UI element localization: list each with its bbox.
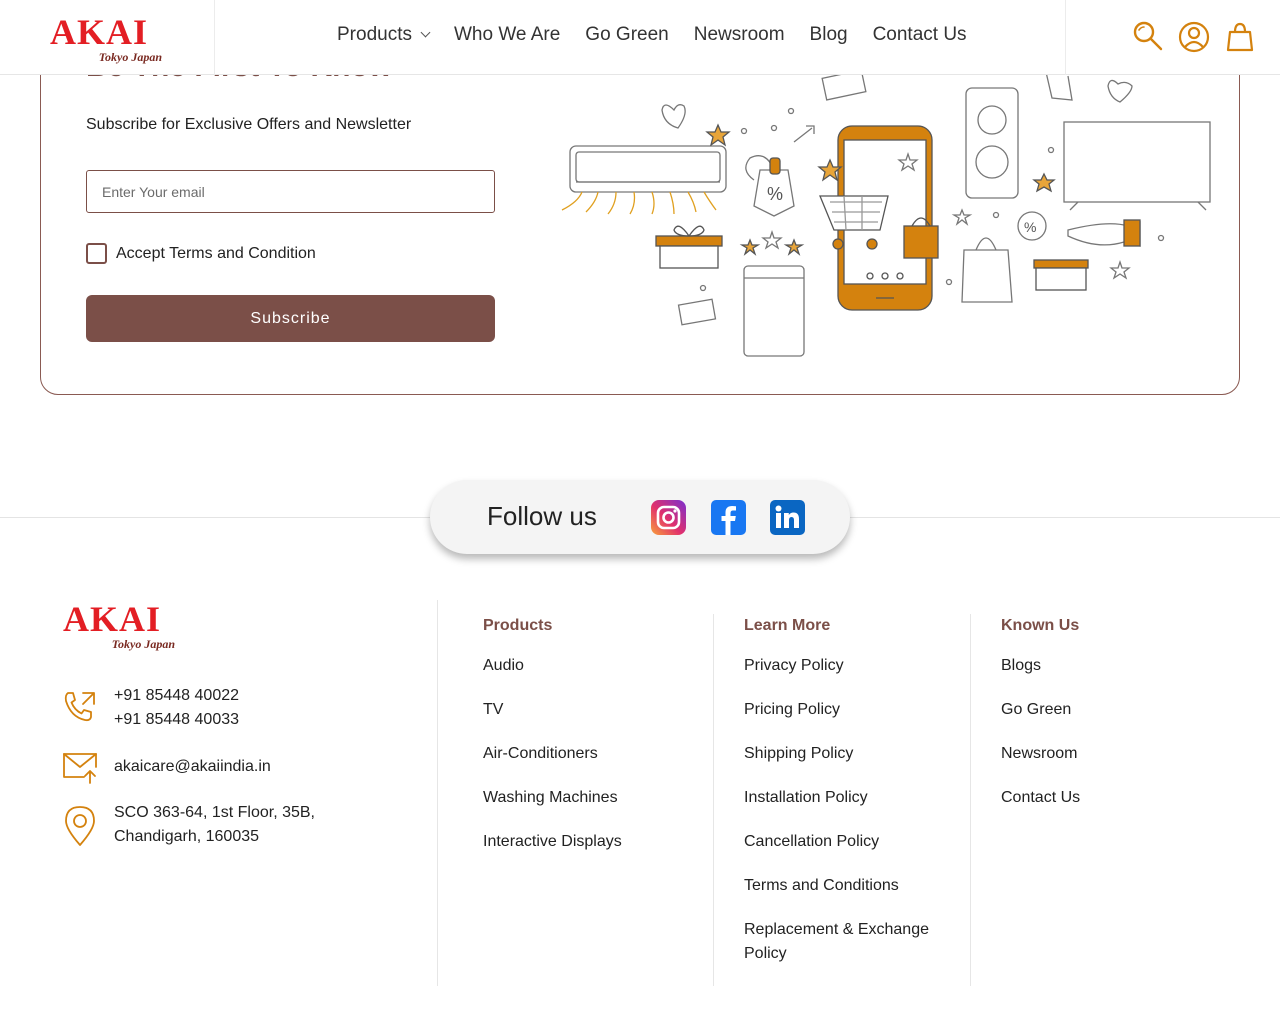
footer-link-terms-and-conditions[interactable]: Terms and Conditions — [744, 874, 899, 898]
footer-link-blogs[interactable]: Blogs — [1001, 654, 1041, 678]
svg-text:%: % — [1024, 219, 1036, 235]
terms-label: Accept Terms and Condition — [116, 245, 316, 262]
site-header: AKAI Tokyo Japan Products Who We Are Go … — [0, 0, 1280, 75]
footer-link-go-green[interactable]: Go Green — [1001, 698, 1071, 722]
address-line-2: Chandigarh, 160035 — [114, 828, 260, 845]
footer-link-contact-us[interactable]: Contact Us — [1001, 786, 1080, 810]
phone-number-2[interactable]: +91 85448 40033 — [114, 708, 239, 732]
footer-link-installation-policy[interactable]: Installation Policy — [744, 786, 868, 810]
footer-link-audio[interactable]: Audio — [483, 654, 524, 678]
shopping-illustration: % % — [561, 70, 1211, 357]
footer-divider-1 — [437, 600, 438, 986]
address-line-1: SCO 363-64, 1st Floor, 35B, — [114, 804, 315, 821]
nav-go-green[interactable]: Go Green — [585, 24, 668, 46]
footer-col-learn-more-title: Learn More — [744, 617, 831, 634]
header-logo[interactable]: AKAI Tokyo Japan — [50, 14, 162, 63]
footer-col-products-title: Products — [483, 617, 553, 634]
footer-link-replacement-exchange-policy[interactable]: Replacement & Exchange Policy — [744, 918, 929, 966]
nav-who-we-are[interactable]: Who We Are — [454, 24, 560, 46]
phone-icon — [62, 689, 98, 725]
footer-link-washing-machines[interactable]: Washing Machines — [483, 786, 618, 810]
svg-text:%: % — [767, 184, 783, 204]
footer-link-newsroom[interactable]: Newsroom — [1001, 742, 1077, 766]
postal-address: SCO 363-64, 1st Floor, 35B, Chandigarh, … — [114, 801, 315, 849]
chevron-down-icon — [420, 27, 431, 38]
header-actions — [1065, 0, 1280, 75]
facebook-icon[interactable] — [711, 500, 746, 535]
footer-divider-2 — [713, 614, 714, 986]
cart-icon[interactable] — [1223, 20, 1257, 54]
footer-link-pricing-policy[interactable]: Pricing Policy — [744, 698, 840, 722]
main-nav: Products Who We Are Go Green Newsroom Bl… — [337, 24, 992, 46]
footer-link-replacement-line-1: Replacement & Exchange — [744, 921, 929, 938]
nav-contact-us[interactable]: Contact Us — [873, 24, 967, 46]
footer-logo-tagline: Tokyo Japan — [111, 637, 175, 651]
follow-us-label: Follow us — [487, 501, 597, 531]
nav-newsroom[interactable]: Newsroom — [694, 24, 785, 46]
terms-checkbox[interactable] — [86, 243, 107, 264]
footer-link-tv[interactable]: TV — [483, 698, 503, 722]
footer-divider-3 — [970, 614, 971, 986]
email-input[interactable] — [86, 170, 495, 213]
footer-link-air-conditioners[interactable]: Air-Conditioners — [483, 742, 598, 766]
footer-col-known-us-title: Known Us — [1001, 617, 1080, 634]
newsletter-subtitle: Subscribe for Exclusive Offers and Newsl… — [86, 116, 412, 133]
nav-products[interactable]: Products — [337, 24, 431, 46]
footer-link-shipping-policy[interactable]: Shipping Policy — [744, 742, 853, 766]
linkedin-icon[interactable] — [770, 500, 805, 535]
footer-link-cancellation-policy[interactable]: Cancellation Policy — [744, 830, 879, 854]
footer-logo-brand: AKAI — [63, 599, 162, 639]
subscribe-button[interactable]: Subscribe — [86, 295, 495, 342]
account-icon[interactable] — [1177, 20, 1211, 54]
header-logo-cell: AKAI Tokyo Japan — [0, 0, 215, 75]
email-address[interactable]: akaicare@akaiindia.in — [114, 755, 271, 779]
location-pin-icon — [62, 805, 98, 847]
nav-products-label: Products — [337, 24, 412, 45]
footer-link-interactive-displays[interactable]: Interactive Displays — [483, 830, 622, 854]
nav-blog[interactable]: Blog — [810, 24, 848, 46]
follow-us-bar: Follow us — [430, 480, 850, 554]
footer-link-privacy-policy[interactable]: Privacy Policy — [744, 654, 844, 678]
email-icon — [62, 749, 98, 785]
search-icon[interactable] — [1131, 20, 1165, 54]
logo-tagline: Tokyo Japan — [98, 50, 162, 64]
logo-brand: AKAI — [50, 12, 149, 52]
footer-link-replacement-line-2: Policy — [744, 945, 787, 962]
footer-logo[interactable]: AKAI Tokyo Japan — [63, 601, 175, 650]
phone-number-1[interactable]: +91 85448 40022 — [114, 684, 239, 708]
instagram-icon[interactable] — [651, 500, 686, 535]
phone-numbers: +91 85448 40022 +91 85448 40033 — [114, 684, 239, 732]
